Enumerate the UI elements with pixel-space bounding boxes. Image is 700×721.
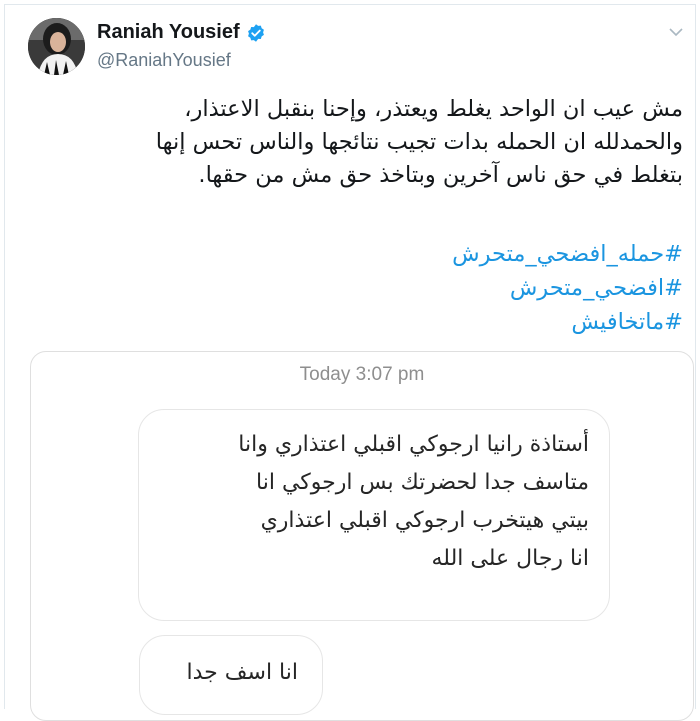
verified-badge-icon [247, 23, 264, 42]
author-name-row[interactable]: Raniah Yousief [97, 21, 266, 44]
message-line: بيتي هيتخرب ارجوكي اقبلي اعتذاري [260, 508, 589, 533]
message-line: أستاذة رانيا ارجوكي اقبلي اعتذاري وانا [238, 432, 589, 457]
tweet-text: مش عيب ان الواحد يغلط ويعتذر، وإحنا بنقب… [43, 93, 683, 192]
message-line: متاسف جدا لحضرتك بس ارجوكي انا [256, 470, 589, 495]
attached-image[interactable]: Today 3:07 pm أستاذة رانيا ارجوكي اقبلي … [30, 351, 694, 721]
profile-photo [28, 18, 85, 75]
author-handle[interactable]: @RaniahYousief [97, 50, 231, 71]
message-bubble: انا اسف جدا [139, 635, 323, 715]
tweet-card: Raniah Yousief @RaniahYousief مش عيب ان … [4, 4, 696, 721]
tweet-text-line: والحمدلله ان الحمله بدات تجيب نتائجها وا… [155, 129, 683, 155]
hashtag-link[interactable]: #حمله_افضحي_متحرش [452, 237, 683, 271]
message-bubble: أستاذة رانيا ارجوكي اقبلي اعتذاري وانا م… [138, 409, 610, 621]
message-timestamp: Today 3:07 pm [299, 364, 425, 385]
tweet-text-line: مش عيب ان الواحد يغلط ويعتذر، وإحنا بنقب… [184, 96, 683, 122]
tweet-text-line: بتغلط في حق ناس آخرين وبتاخذ حق مش من حق… [198, 162, 683, 188]
avatar[interactable] [28, 18, 85, 75]
message-line: انا رجال على الله [431, 546, 589, 571]
author-display-name[interactable]: Raniah Yousief [97, 21, 240, 44]
hashtag-link[interactable]: #ماتخافيش [452, 305, 683, 339]
message-line: انا اسف جدا [186, 660, 298, 685]
chevron-down-icon[interactable] [669, 27, 683, 37]
hashtag-list: #حمله_افضحي_متحرش #افضحي_متحرش #ماتخافيش [452, 237, 683, 339]
hashtag-link[interactable]: #افضحي_متحرش [452, 271, 683, 305]
